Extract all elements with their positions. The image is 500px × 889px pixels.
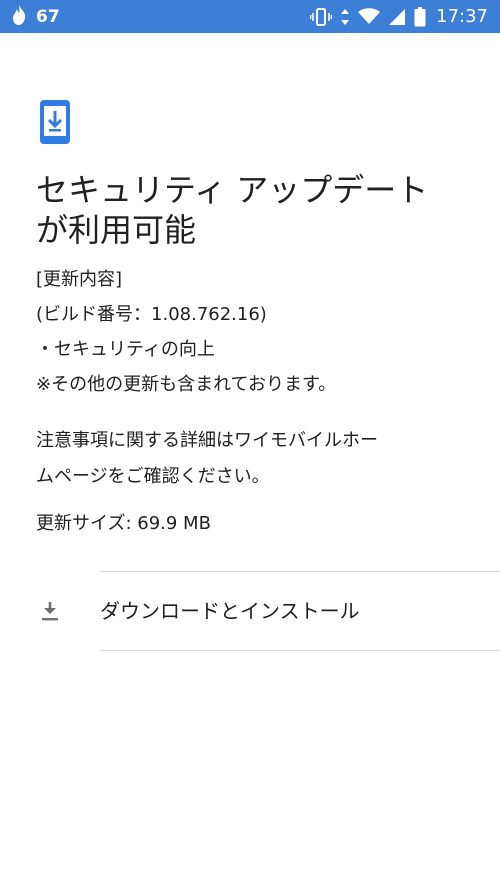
update-details: [更新内容] (ビルド番号：1.08.762.16) ・セキュリティの向上 ※そ…: [36, 262, 476, 402]
divider: [100, 650, 500, 651]
page-title: セキュリティ アップデート が利用可能: [36, 170, 476, 250]
details-note: ※その他の更新も含まれております。: [36, 374, 337, 395]
download-install-label: ダウンロードとインストール: [100, 599, 360, 623]
notice-line: ムページをご確認ください。: [36, 466, 270, 487]
signal-icon: [388, 8, 406, 26]
phone-download-icon: [40, 100, 70, 144]
status-bar: 67 17:37: [0, 0, 500, 33]
download-icon: [38, 599, 62, 623]
download-install-button[interactable]: ダウンロードとインストール: [0, 572, 500, 650]
vibrate-icon: [310, 7, 333, 26]
flame-icon: [12, 4, 26, 29]
notice-text: 注意事項に関する詳細はワイモバイルホー ムページをご確認ください。: [36, 423, 476, 495]
clock: 17:37: [436, 6, 488, 27]
data-arrows-icon: [340, 8, 350, 26]
build-number: (ビルド番号：1.08.762.16): [36, 304, 267, 325]
update-size: 更新サイズ: 69.9 MB: [36, 513, 211, 534]
title-line: セキュリティ アップデート: [36, 171, 429, 209]
title-line: が利用可能: [36, 211, 197, 249]
wifi-icon: [358, 8, 381, 25]
battery-icon: [414, 6, 426, 27]
details-bullet: ・セキュリティの向上: [36, 339, 215, 360]
notification-count: 67: [36, 6, 60, 27]
notice-line: 注意事項に関する詳細はワイモバイルホー: [36, 430, 378, 451]
details-heading: [更新内容]: [36, 269, 123, 290]
